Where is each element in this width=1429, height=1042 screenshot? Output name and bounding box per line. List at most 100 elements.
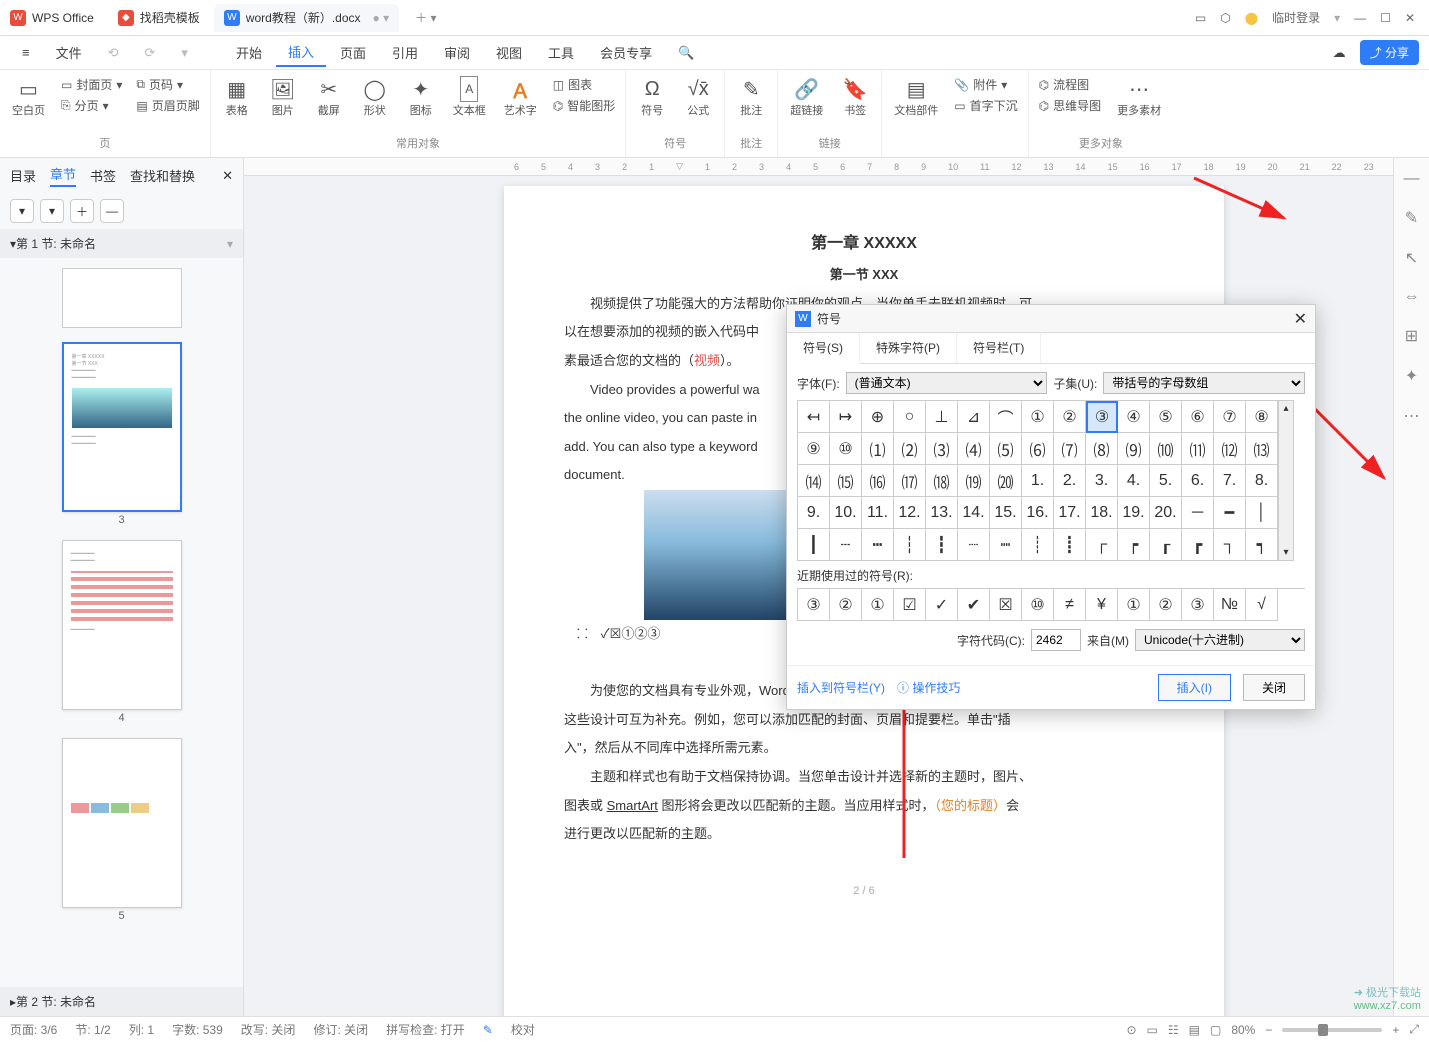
equation-button[interactable]: √x̄公式: [678, 74, 718, 120]
page-number-button[interactable]: ⧉ 页码 ▾: [132, 74, 203, 95]
tips-link[interactable]: ⓘ 操作技巧: [897, 679, 960, 696]
screenshot-button[interactable]: ✂截屏: [309, 74, 349, 120]
tab-wps-home[interactable]: W WPS Office: [0, 4, 104, 32]
symbol-cell[interactable]: ↤: [798, 401, 830, 433]
symbol-cell[interactable]: ⑤: [1150, 401, 1182, 433]
symbol-cell[interactable]: 9.: [798, 497, 830, 529]
symbol-cell[interactable]: ⑵: [894, 433, 926, 465]
symbol-cell[interactable]: 15.: [990, 497, 1022, 529]
qat-dropdown[interactable]: ▾: [169, 41, 200, 65]
symbol-cell[interactable]: ⑧: [1246, 401, 1278, 433]
symbol-cell[interactable]: ─: [1182, 497, 1214, 529]
thumb-page-2-partial[interactable]: [62, 268, 182, 328]
hyperlink-button[interactable]: 🔗超链接: [784, 74, 829, 120]
search-icon[interactable]: 🔍: [666, 41, 706, 65]
font-select[interactable]: (普通文本): [846, 372, 1048, 394]
symbol-cell[interactable]: ⑼: [1118, 433, 1150, 465]
side-tool-pencil-icon[interactable]: ✎: [1405, 208, 1418, 228]
symbol-cell[interactable]: ┃: [798, 529, 830, 561]
login-label[interactable]: 临时登录: [1272, 9, 1320, 26]
page-break-button[interactable]: ⎘ 分页 ▾: [57, 95, 126, 116]
expand-icon[interactable]: ⤢: [1409, 1022, 1419, 1037]
recent-symbol-cell[interactable]: ☒: [990, 589, 1022, 621]
symbol-cell[interactable]: 14.: [958, 497, 990, 529]
thumb-page-3[interactable]: 第一章 XXXXX第一节 XXX━━━━━━━━━━━━━━━━━━━━━━━━…: [62, 342, 182, 512]
nav-tab-toc[interactable]: 目录: [10, 166, 36, 185]
symbol-cell[interactable]: ┑: [1246, 529, 1278, 561]
nav-close-button[interactable]: ✕: [222, 168, 233, 184]
nav-tab-chapter[interactable]: 章节: [50, 164, 76, 187]
symbol-cell[interactable]: 8.: [1246, 465, 1278, 497]
symbol-cell[interactable]: ○: [894, 401, 926, 433]
side-tool-1[interactable]: —: [1404, 170, 1420, 188]
symbol-cell[interactable]: ⑨: [798, 433, 830, 465]
symbol-cell[interactable]: ┄: [830, 529, 862, 561]
maximize-button[interactable]: ☐: [1380, 11, 1391, 25]
recent-symbol-cell[interactable]: ⑩: [1022, 589, 1054, 621]
symbol-cell[interactable]: 18.: [1086, 497, 1118, 529]
recent-symbol-cell[interactable]: ¥: [1086, 589, 1118, 621]
blank-page-button[interactable]: ▭空白页: [6, 74, 51, 120]
symbol-cell[interactable]: ⑺: [1054, 433, 1086, 465]
recent-symbol-cell[interactable]: ③: [1182, 589, 1214, 621]
status-page[interactable]: 页面: 3/6: [10, 1021, 57, 1038]
status-proof[interactable]: 校对: [511, 1021, 535, 1038]
symbol-cell[interactable]: ⒄: [894, 465, 926, 497]
symbol-cell[interactable]: 11.: [862, 497, 894, 529]
menu-tools[interactable]: 工具: [536, 39, 586, 66]
symbol-cell[interactable]: ⑦: [1214, 401, 1246, 433]
mindmap-button[interactable]: ⌬ 思维导图: [1035, 95, 1106, 116]
symbol-button[interactable]: Ω符号: [632, 74, 672, 120]
symbol-cell[interactable]: ━: [1214, 497, 1246, 529]
symbol-cell[interactable]: ↦: [830, 401, 862, 433]
symbol-cell[interactable]: ┋: [1054, 529, 1086, 561]
symbol-cell[interactable]: 5.: [1150, 465, 1182, 497]
recent-symbol-cell[interactable]: ①: [862, 589, 894, 621]
symbol-cell[interactable]: 1.: [1022, 465, 1054, 497]
attachment-button[interactable]: 📎 附件 ▾: [950, 74, 1021, 95]
dropcap-button[interactable]: ▭ 首字下沉: [950, 95, 1021, 116]
view-mode-3-icon[interactable]: ☷: [1168, 1023, 1179, 1037]
nav-tab-bookmark[interactable]: 书签: [90, 166, 116, 185]
menu-start[interactable]: 开始: [224, 39, 274, 66]
symbol-cell[interactable]: │: [1246, 497, 1278, 529]
symbol-cell[interactable]: ③: [1086, 401, 1118, 433]
symbol-cell[interactable]: ┍: [1118, 529, 1150, 561]
nav-tool-remove[interactable]: —: [100, 199, 124, 223]
chart-button[interactable]: ◫ 图表: [549, 74, 620, 95]
picture-button[interactable]: 🖼图片: [263, 74, 303, 120]
menu-member[interactable]: 会员专享: [588, 39, 664, 66]
cloud-icon[interactable]: ☁: [1321, 41, 1358, 65]
recent-symbol-cell[interactable]: ≠: [1054, 589, 1086, 621]
menu-view[interactable]: 视图: [484, 39, 534, 66]
from-select[interactable]: Unicode(十六进制): [1135, 629, 1305, 651]
side-tool-sync-icon[interactable]: ⇔: [1404, 288, 1420, 306]
symbol-cell[interactable]: 12.: [894, 497, 926, 529]
icons-button[interactable]: ✦图标: [401, 74, 441, 120]
dialog-tab-special[interactable]: 特殊字符(P): [860, 333, 957, 363]
cube-icon[interactable]: ⬡: [1220, 11, 1230, 25]
symbol-cell[interactable]: ②: [1054, 401, 1086, 433]
symbol-cell[interactable]: ⒀: [1246, 433, 1278, 465]
flowchart-button[interactable]: ⌬ 流程图: [1035, 74, 1106, 95]
bookmark-button[interactable]: 🔖书签: [835, 74, 875, 120]
char-code-input[interactable]: [1031, 629, 1081, 651]
symbol-cell[interactable]: ┈: [958, 529, 990, 561]
recent-symbol-cell[interactable]: √: [1246, 589, 1278, 621]
status-track[interactable]: 改写: 关闭: [241, 1021, 296, 1038]
symbol-cell[interactable]: ⑩: [830, 433, 862, 465]
symbol-cell[interactable]: ⒆: [958, 465, 990, 497]
share-button[interactable]: ⤴ 分享: [1360, 40, 1419, 65]
status-section[interactable]: 节: 1/2: [75, 1021, 110, 1038]
symbol-cell[interactable]: 2.: [1054, 465, 1086, 497]
smartart-button[interactable]: ⌬ 智能图形: [549, 95, 620, 116]
wordart-button[interactable]: Ａ艺术字: [498, 74, 543, 120]
avatar-icon[interactable]: ⬤: [1245, 11, 1258, 25]
side-tool-select-icon[interactable]: ↖: [1405, 248, 1418, 268]
symbol-cell[interactable]: ┊: [1022, 529, 1054, 561]
layout-icon[interactable]: ▭: [1195, 11, 1206, 25]
more-material-button[interactable]: ⋯更多素材: [1111, 74, 1167, 120]
symbol-cell[interactable]: ⑥: [1182, 401, 1214, 433]
status-spell[interactable]: 拼写检查: 打开: [386, 1021, 465, 1038]
thumb-page-4[interactable]: ━━━━━━━━━━━━━━━━━━━━━━━━: [62, 540, 182, 710]
